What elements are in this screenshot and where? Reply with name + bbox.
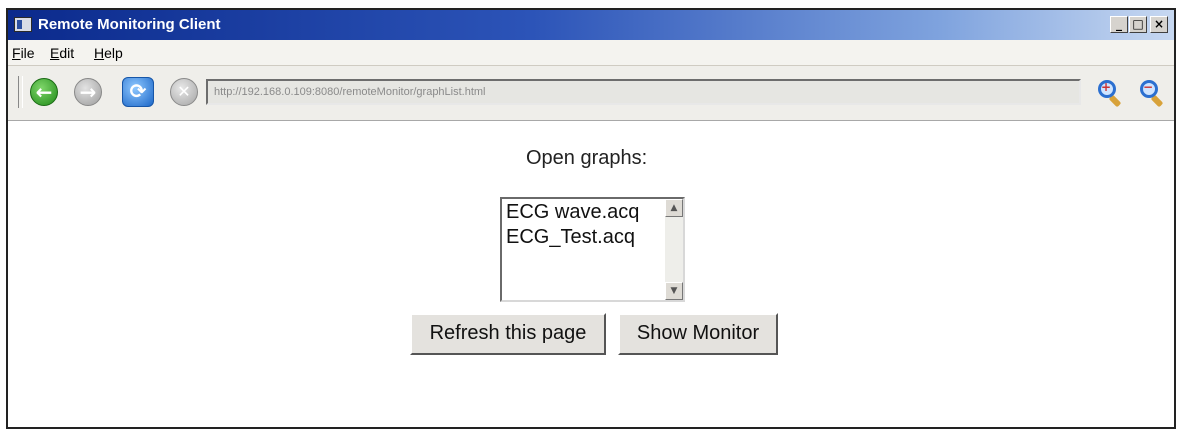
show-monitor-button[interactable]: Show Monitor <box>618 313 778 355</box>
chevron-down-icon: ▼ <box>670 286 678 296</box>
navigation-toolbar: ← → ⟳ ✕ http://192.168.0.109:8080/remote… <box>8 66 1174 121</box>
browser-window: Remote Monitoring Client _ □ × File Edit… <box>6 8 1176 429</box>
zoom-in-button[interactable]: + <box>1096 78 1126 108</box>
minus-icon: − <box>1143 80 1154 94</box>
scroll-up-button[interactable]: ▲ <box>665 199 683 217</box>
zoom-out-button[interactable]: − <box>1138 78 1168 108</box>
arrow-right-icon: → <box>79 80 97 104</box>
plus-icon: + <box>1101 80 1112 94</box>
refresh-page-button[interactable]: Refresh this page <box>410 313 606 355</box>
refresh-button[interactable]: ⟳ <box>122 77 154 107</box>
maximize-button[interactable]: □ <box>1129 16 1147 33</box>
app-window-icon <box>14 17 32 32</box>
menu-file[interactable]: File <box>12 45 35 61</box>
arrow-left-icon: ← <box>35 80 53 104</box>
graphs-listbox[interactable]: ECG wave.acq ECG_Test.acq ▲ ▼ <box>500 197 685 302</box>
refresh-icon: ⟳ <box>129 79 147 103</box>
listbox-scrollbar[interactable]: ▲ ▼ <box>665 199 683 300</box>
page-content: Open graphs: ECG wave.acq ECG_Test.acq ▲… <box>8 121 1174 427</box>
chevron-up-icon: ▲ <box>670 203 678 213</box>
forward-button[interactable]: → <box>74 78 102 106</box>
stop-icon: ✕ <box>177 82 191 101</box>
menu-edit[interactable]: Edit <box>50 45 74 61</box>
menu-help[interactable]: Help <box>94 45 123 61</box>
menu-bar: File Edit Help <box>8 40 1174 66</box>
scroll-down-button[interactable]: ▼ <box>665 282 683 300</box>
title-bar[interactable]: Remote Monitoring Client _ □ × <box>8 10 1174 40</box>
page-heading: Open graphs: <box>526 147 648 169</box>
window-title: Remote Monitoring Client <box>38 16 221 33</box>
back-button[interactable]: ← <box>30 78 58 106</box>
minimize-button[interactable]: _ <box>1110 16 1128 33</box>
stop-button[interactable]: ✕ <box>170 78 198 106</box>
list-item-ecg-wave[interactable]: ECG wave.acq <box>506 201 639 224</box>
close-button[interactable]: × <box>1150 16 1168 33</box>
list-item-ecg-test[interactable]: ECG_Test.acq <box>506 226 635 249</box>
toolbar-grip[interactable] <box>18 76 23 108</box>
address-bar[interactable]: http://192.168.0.109:8080/remoteMonitor/… <box>206 79 1081 105</box>
